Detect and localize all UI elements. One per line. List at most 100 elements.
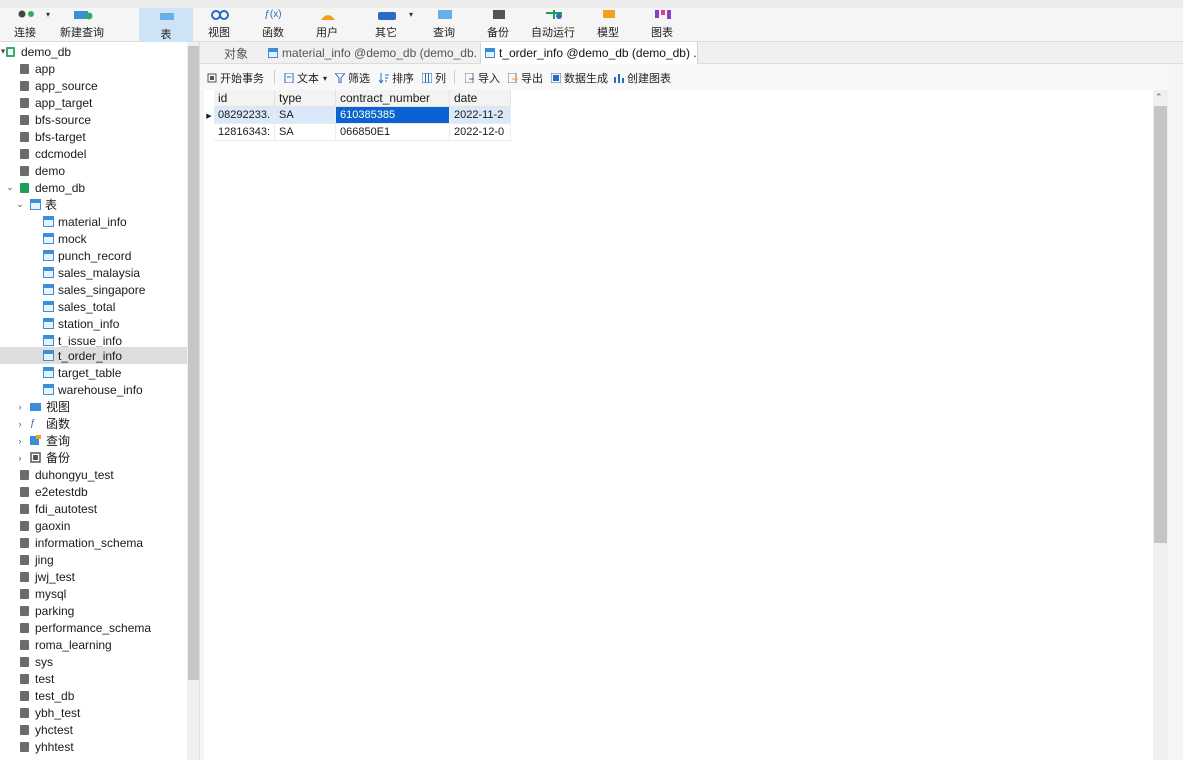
tree-item-information_schema[interactable]: information_schema	[0, 534, 187, 551]
chart-button[interactable]: 图表	[646, 4, 678, 40]
export-button[interactable]: 导出	[507, 71, 543, 85]
tree-item-sales_singapore[interactable]: sales_singapore	[0, 281, 187, 298]
chevron-right-icon[interactable]: ›	[14, 419, 26, 429]
tree-item-station_info[interactable]: station_info	[0, 315, 187, 332]
tree-item-yhctest[interactable]: yhctest	[0, 721, 187, 738]
other-dropdown-icon[interactable]: ▾	[409, 10, 413, 19]
tree-item-mock[interactable]: mock	[0, 230, 187, 247]
tab-material_info[interactable]: material_info @demo_db (demo_db...	[264, 42, 478, 64]
begin-transaction-button[interactable]: 开始事务	[207, 71, 264, 85]
connect-dropdown-icon[interactable]: ▾	[46, 10, 50, 19]
tree-item-mysql[interactable]: mysql	[0, 585, 187, 602]
table-cell[interactable]: 12816343:	[214, 124, 275, 141]
table-icon	[43, 301, 54, 312]
connect-button[interactable]: 连接	[8, 4, 42, 40]
tree-item-ybh_test[interactable]: ybh_test	[0, 704, 187, 721]
tab-objects[interactable]: 对象	[206, 42, 262, 64]
model-button[interactable]: 模型	[592, 4, 624, 40]
other-button[interactable]: 其它	[370, 4, 402, 40]
tree-item-e2etestdb[interactable]: e2etestdb	[0, 483, 187, 500]
database-icon	[20, 63, 29, 74]
column-header-contract_number[interactable]: contract_number	[336, 90, 450, 107]
tree-item-gaoxin[interactable]: gaoxin	[0, 517, 187, 534]
column-header-type[interactable]: type	[275, 90, 336, 107]
grid-vertical-scrollbar[interactable]: ⌃	[1153, 90, 1168, 760]
tree-item-demo_db[interactable]: ⌄ demo_db	[0, 179, 187, 196]
new-query-button[interactable]: 新建查询	[58, 4, 106, 40]
text-button[interactable]: 文本 ▾	[284, 71, 327, 85]
tree-item-performance_schema[interactable]: performance_schema	[0, 619, 187, 636]
chevron-right-icon[interactable]: ›	[14, 436, 26, 446]
editor-tabs: 对象 material_info @demo_db (demo_db... t_…	[200, 42, 1183, 64]
tree-item-material_info[interactable]: material_info	[0, 213, 187, 230]
sidebar-scrollbar-thumb[interactable]	[188, 46, 199, 680]
tree-item-jwj_test[interactable]: jwj_test	[0, 568, 187, 585]
tree-item-demo[interactable]: demo	[0, 162, 187, 179]
new-query-icon	[72, 10, 93, 20]
table-cell[interactable]: 2022-11-2	[450, 107, 511, 124]
table-button[interactable]: 表	[139, 8, 193, 42]
table-cell-selected[interactable]: 610385385	[336, 107, 450, 124]
view-button[interactable]: 视图	[203, 4, 235, 40]
data-generation-button[interactable]: 数据生成	[550, 71, 608, 85]
tree-item-yhhtest[interactable]: yhhtest	[0, 738, 187, 755]
sidebar-scrollbar[interactable]	[187, 42, 199, 760]
columns-button[interactable]: 列	[421, 71, 446, 85]
table-cell[interactable]: 066850E1	[336, 124, 450, 141]
tree-item-t_order_info[interactable]: t_order_info	[0, 347, 187, 364]
tree-item-roma_learning[interactable]: roma_learning	[0, 636, 187, 653]
table-cell[interactable]: SA	[275, 124, 336, 141]
tree-item-target_table[interactable]: target_table	[0, 364, 187, 381]
sort-button[interactable]: 排序	[378, 71, 414, 85]
tree-item-test[interactable]: test	[0, 670, 187, 687]
views-folder-icon	[30, 401, 41, 412]
column-header-date[interactable]: date	[450, 90, 511, 107]
chevron-right-icon[interactable]: ›	[14, 453, 26, 463]
table-icon	[43, 284, 54, 295]
tree-item-bfs-source[interactable]: bfs-source	[0, 111, 187, 128]
tree-item-app_target[interactable]: app_target	[0, 94, 187, 111]
tree-item-queries-group[interactable]: › 查询	[0, 432, 187, 449]
automation-button[interactable]: 自动运行	[528, 4, 578, 40]
tree-item-app_source[interactable]: app_source	[0, 77, 187, 94]
tree-item-punch_record[interactable]: punch_record	[0, 247, 187, 264]
query-button[interactable]: 查询	[428, 4, 460, 40]
table-cell[interactable]: 08292233.	[214, 107, 275, 124]
table-cell[interactable]: SA	[275, 107, 336, 124]
tree-item-cdcmodel[interactable]: cdcmodel	[0, 145, 187, 162]
chevron-down-icon[interactable]: ⌄	[14, 199, 26, 210]
tree-item-views-group[interactable]: › 视图	[0, 398, 187, 415]
tree-item-test_db[interactable]: test_db	[0, 687, 187, 704]
tree-item-parking[interactable]: parking	[0, 602, 187, 619]
import-button[interactable]: 导入	[464, 71, 500, 85]
create-chart-button[interactable]: 创建图表	[614, 71, 671, 85]
tree-item-sales_total[interactable]: sales_total	[0, 298, 187, 315]
table-cell[interactable]: 2022-12-0	[450, 124, 511, 141]
tree-item-sales_malaysia[interactable]: sales_malaysia	[0, 264, 187, 281]
tree-item-jing[interactable]: jing	[0, 551, 187, 568]
tree-item-bfs-target[interactable]: bfs-target	[0, 128, 187, 145]
tree-item-app[interactable]: app	[0, 60, 187, 77]
tree-item-functions-group[interactable]: › ƒ 函数	[0, 415, 187, 432]
backup-button[interactable]: 备份	[482, 4, 514, 40]
user-button[interactable]: 用户	[311, 4, 343, 40]
tree-item-duhongyu_test[interactable]: duhongyu_test	[0, 466, 187, 483]
tree-item-demo_db-connection[interactable]: ▾ demo_db	[0, 43, 187, 60]
tree-item-backups-group[interactable]: › 备份	[0, 449, 187, 466]
grid-scrollbar-thumb[interactable]	[1154, 106, 1167, 543]
create-chart-icon	[614, 73, 624, 83]
scroll-up-icon[interactable]: ⌃	[1155, 92, 1163, 103]
database-icon	[20, 656, 29, 667]
tree-item-sys[interactable]: sys	[0, 653, 187, 670]
function-button[interactable]: ƒ(x) 函数	[257, 4, 289, 40]
column-header-id[interactable]: id	[214, 90, 275, 107]
chevron-right-icon[interactable]: ›	[14, 402, 26, 412]
tree-item-warehouse_info[interactable]: warehouse_info	[0, 381, 187, 398]
tree-item-fdi_autotest[interactable]: fdi_autotest	[0, 500, 187, 517]
tab-t_order_info[interactable]: t_order_info @demo_db (demo_db) ...	[480, 42, 698, 64]
tree-item-tables-group[interactable]: ⌄ 表	[0, 196, 187, 213]
filter-button[interactable]: 筛选	[333, 71, 370, 85]
chevron-down-icon[interactable]: ⌄	[4, 182, 16, 193]
transaction-icon	[207, 73, 217, 83]
tree-item-label: test	[35, 671, 55, 686]
